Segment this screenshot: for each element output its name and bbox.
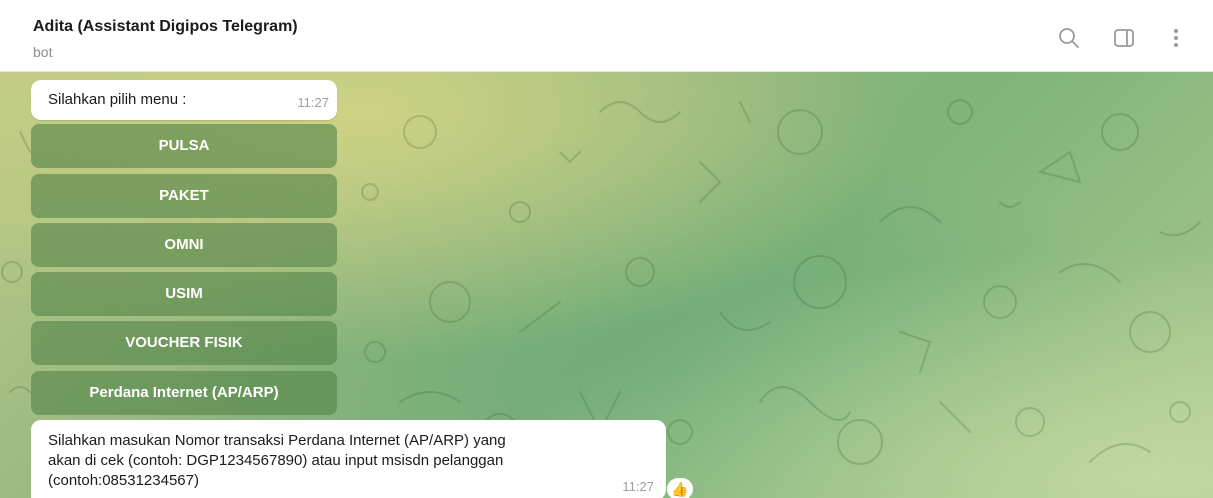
menu-button-pulsa[interactable]: PULSA [31, 124, 337, 168]
menu-button-label: PULSA [158, 137, 210, 154]
message-text: Silahkan masukan Nomor transaksi Perdana… [48, 432, 506, 489]
chat-title[interactable]: Adita (Assistant Digipos Telegram) [33, 18, 298, 36]
search-icon[interactable] [1057, 26, 1081, 50]
menu-button-label: PAKET [159, 187, 209, 204]
message-text: Silahkan pilih menu : [48, 91, 187, 108]
menu-button-perdana-internet[interactable]: Perdana Internet (AP/ARP) [31, 371, 337, 415]
menu-button-label: Perdana Internet (AP/ARP) [89, 384, 279, 401]
menu-button-label: USIM [165, 285, 203, 302]
message-bubble-menu-prompt: Silahkan pilih menu : 11:27 [31, 80, 337, 120]
message-bubble-input-prompt: Silahkan masukan Nomor transaksi Perdana… [31, 420, 666, 498]
sidebar-toggle-icon[interactable] [1112, 26, 1136, 50]
menu-button-voucher-fisik[interactable]: VOUCHER FISIK [31, 321, 337, 365]
message-time: 11:27 [622, 479, 654, 494]
menu-button-label: VOUCHER FISIK [125, 334, 243, 351]
menu-button-omni[interactable]: OMNI [31, 223, 337, 267]
chat-subtitle: bot [33, 44, 53, 60]
telegram-chat-window: Adita (Assistant Digipos Telegram) bot S… [0, 0, 1213, 498]
message-time: 11:27 [297, 95, 329, 110]
more-vertical-icon[interactable] [1164, 26, 1188, 50]
menu-button-usim[interactable]: USIM [31, 272, 337, 316]
menu-button-label: OMNI [164, 236, 204, 253]
chat-header: Adita (Assistant Digipos Telegram) bot [0, 0, 1213, 72]
thumbs-up-reaction-icon[interactable]: 👍 [667, 478, 693, 498]
menu-button-paket[interactable]: PAKET [31, 174, 337, 218]
